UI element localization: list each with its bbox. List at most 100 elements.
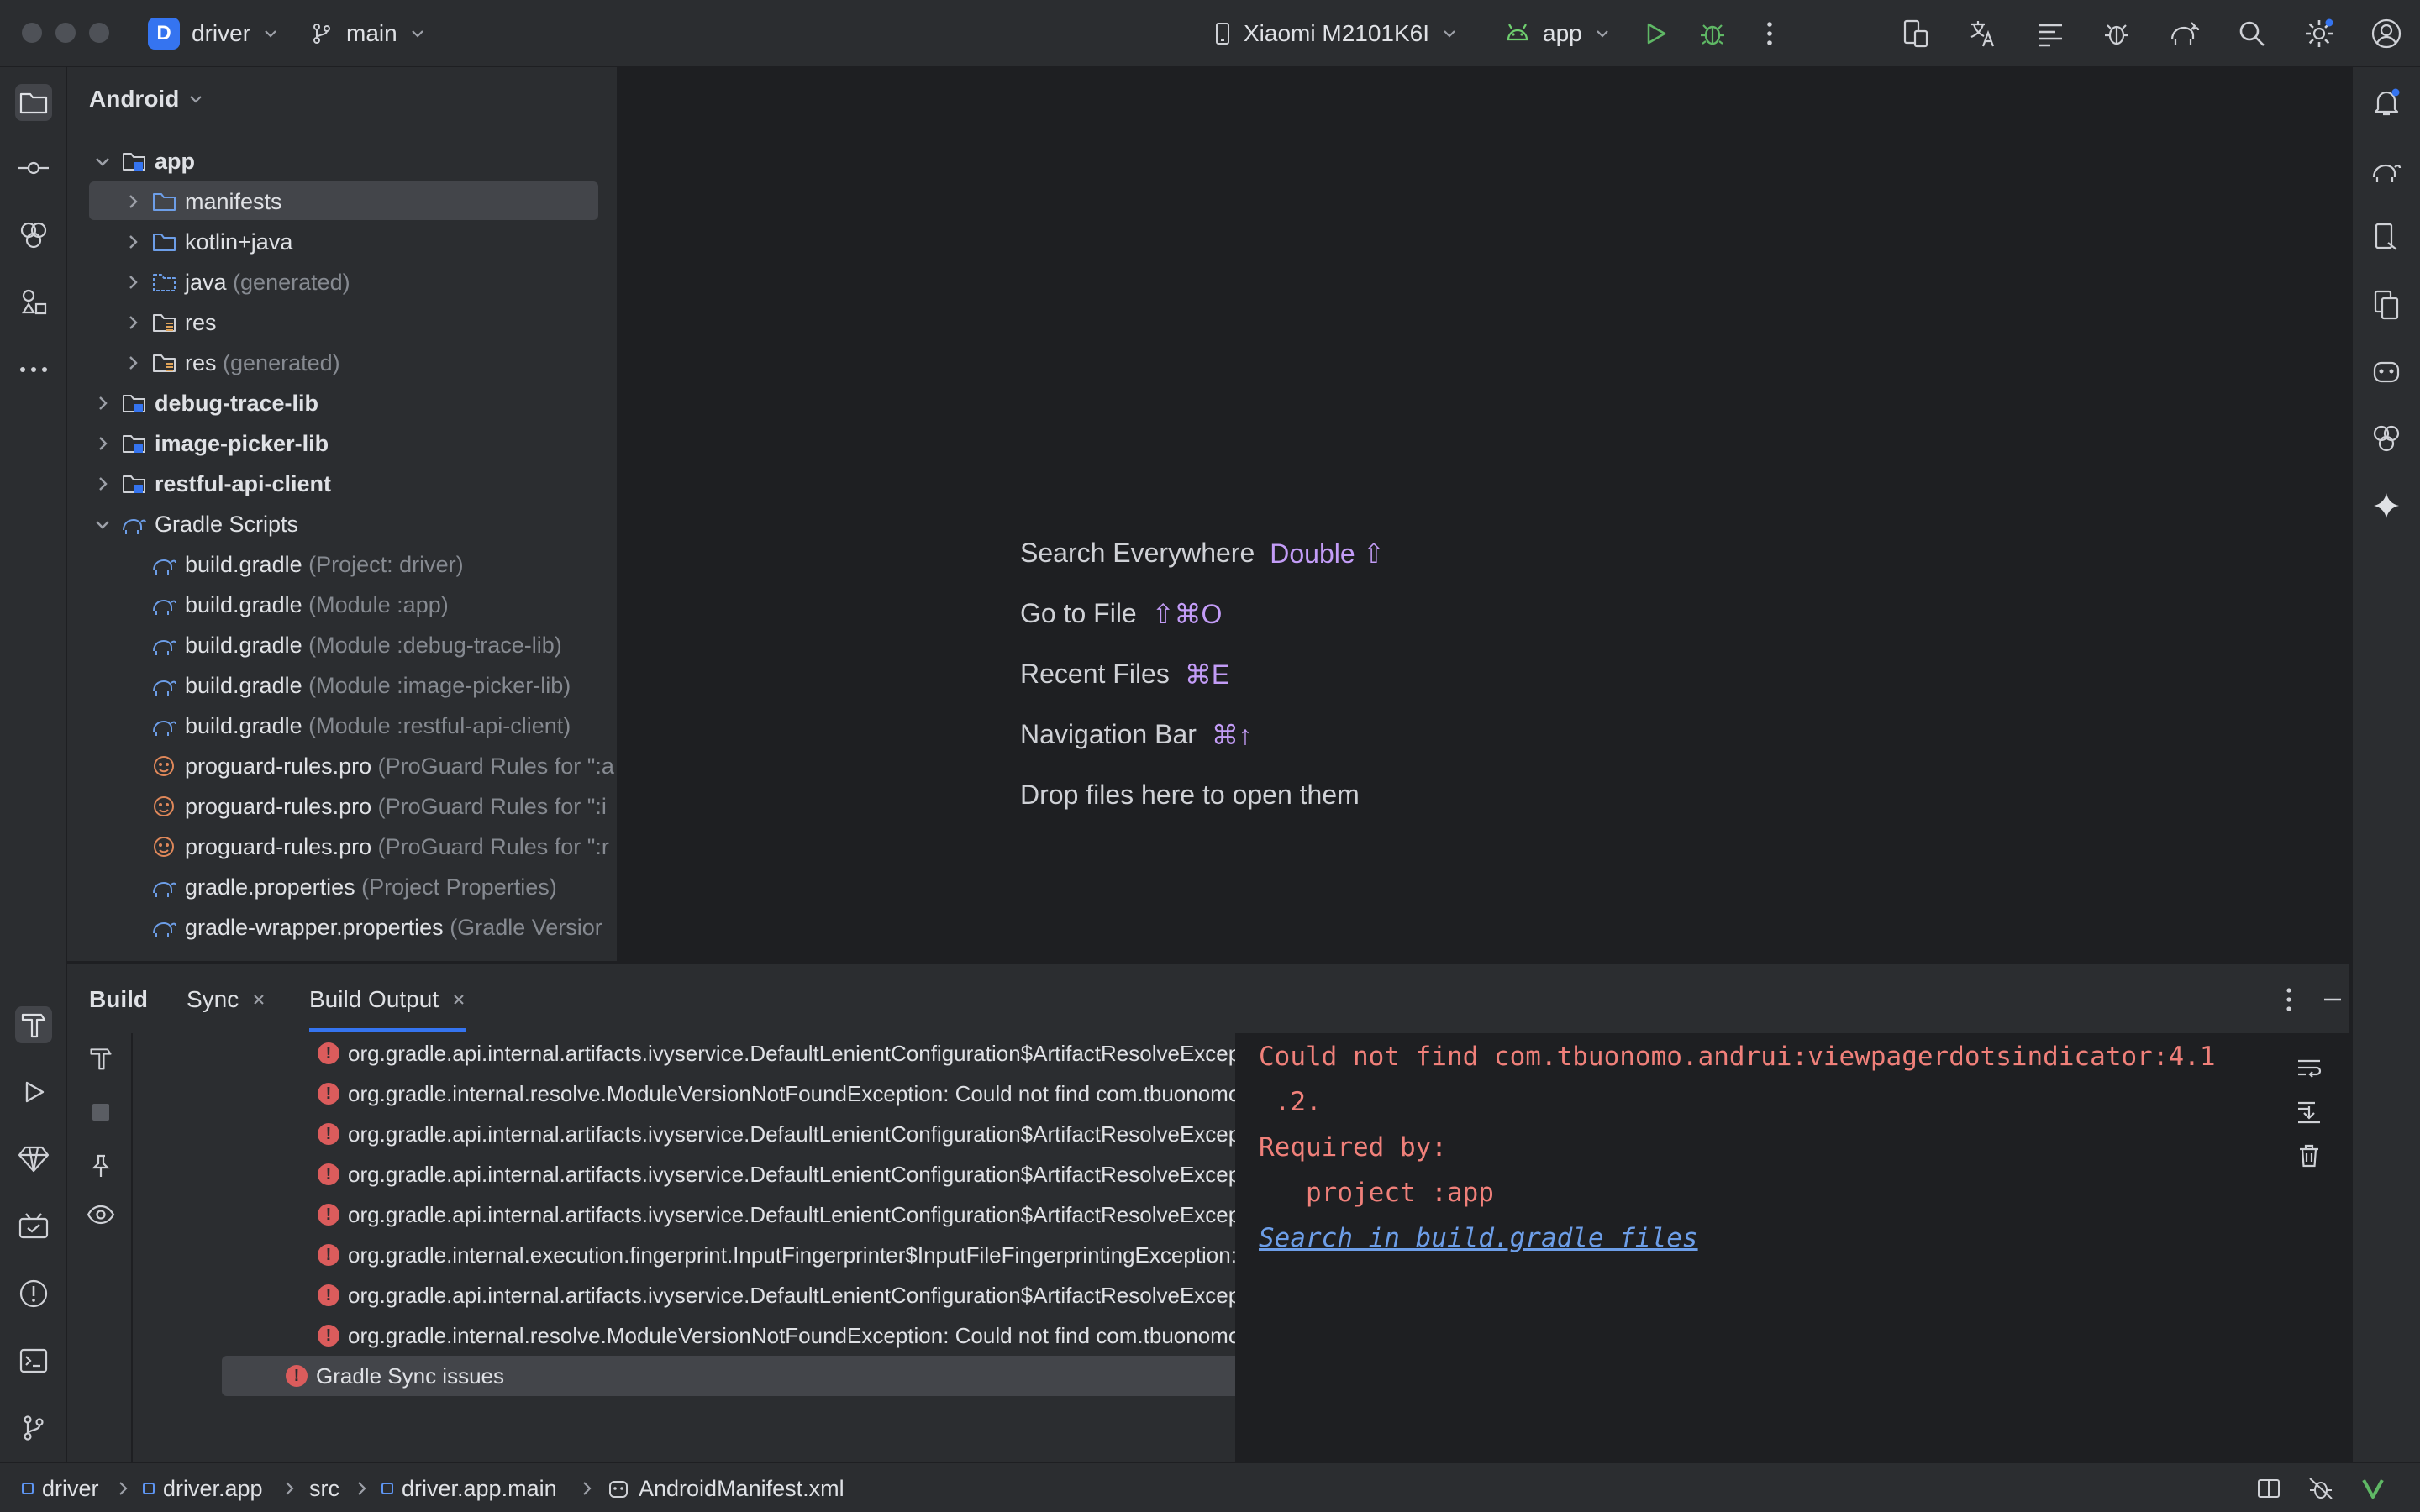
chevron-right-icon[interactable] (123, 312, 143, 333)
device-manager-button[interactable] (1899, 17, 1933, 50)
close-icon[interactable] (252, 993, 266, 1006)
tree-row[interactable]: build.gradle (Module :restful-api-client… (67, 706, 617, 746)
run-tool-button[interactable] (15, 1074, 52, 1110)
project-tool-button[interactable] (15, 84, 52, 121)
tab-sync[interactable]: Sync (187, 986, 266, 1013)
build-issue-row[interactable]: ! org.gradle.api.internal.artifacts.ivyse… (134, 1114, 1302, 1154)
app-inspection-tool-button[interactable] (15, 1208, 52, 1245)
tree-row[interactable]: manifests (67, 181, 617, 222)
app-inspection-button[interactable] (2101, 17, 2134, 50)
tree-row[interactable]: java (generated) (67, 262, 617, 302)
tree-row[interactable]: app (67, 141, 617, 181)
chevron-down-icon[interactable] (92, 514, 113, 534)
account-button[interactable] (2370, 17, 2403, 50)
chevron-right-icon[interactable] (92, 474, 113, 494)
gradle-tool-button[interactable] (2368, 151, 2405, 188)
breadcrumb-item[interactable]: src (309, 1463, 339, 1512)
tree-row[interactable]: restful-api-client (67, 464, 617, 504)
hide-build-window-button[interactable] (2316, 983, 2349, 1016)
notifications-button[interactable] (2368, 84, 2405, 121)
commit-tool-button[interactable] (15, 150, 52, 186)
settings-button[interactable] (2302, 17, 2336, 50)
version-control-button[interactable] (15, 1410, 52, 1446)
tree-row[interactable]: gradle-wrapper.properties (Gradle Versio… (67, 907, 617, 948)
chevron-down-icon[interactable] (92, 151, 113, 171)
resource-tool-button[interactable] (2368, 420, 2405, 457)
stop-build-button[interactable] (84, 1095, 118, 1129)
chevron-right-icon[interactable] (123, 232, 143, 252)
build-options-button[interactable] (2272, 983, 2306, 1016)
tree-row[interactable]: res (generated) (67, 343, 617, 383)
close-icon[interactable] (452, 993, 466, 1006)
search-build-gradle-link[interactable]: Search in build.gradle files (1259, 1223, 1698, 1253)
minimize-window-button[interactable] (55, 23, 76, 43)
build-issue-row[interactable]: ! org.gradle.api.internal.artifacts.ivyse… (134, 1154, 1302, 1194)
tree-row[interactable]: build.gradle (Module :app) (67, 585, 617, 625)
show-warnings-button[interactable] (84, 1198, 118, 1231)
tree-row[interactable]: res (67, 302, 617, 343)
build-issue-row[interactable]: ! org.gradle.api.internal.artifacts.ivyse… (134, 1033, 1302, 1074)
project-view-selector[interactable]: Android (89, 86, 204, 113)
build-issue-row[interactable]: ! org.gradle.api.internal.artifacts.ivyse… (134, 1275, 1302, 1315)
clear-console-button[interactable] (2291, 1137, 2328, 1174)
more-actions-button[interactable] (1753, 17, 1786, 50)
logcat-button[interactable] (2033, 17, 2067, 50)
tree-row[interactable]: build.gradle (Module :image-picker-lib) (67, 665, 617, 706)
tree-row[interactable]: build.gradle (Module :debug-trace-lib) (67, 625, 617, 665)
build-console[interactable]: Could not find com.tbuonomo.andrui:viewp… (1235, 1033, 2349, 1463)
breadcrumb-item[interactable]: driver.app (143, 1463, 263, 1512)
scroll-to-end-button[interactable] (2291, 1094, 2328, 1131)
build-tool-button[interactable] (15, 1006, 52, 1043)
debug-button[interactable] (1696, 17, 1729, 50)
running-devices-button[interactable] (2368, 286, 2405, 323)
translate-button[interactable] (1966, 17, 2000, 50)
chevron-right-icon[interactable] (92, 393, 113, 413)
problems-tool-button[interactable] (15, 1275, 52, 1312)
search-everywhere-button[interactable] (2235, 17, 2269, 50)
tree-row[interactable]: kotlin+java (67, 222, 617, 262)
gemini-button[interactable] (2368, 487, 2405, 524)
zoom-window-button[interactable] (89, 23, 109, 43)
build-issue-row[interactable]: ! org.gradle.internal.resolve.ModuleVersi… (134, 1315, 1302, 1356)
build-issue-row[interactable]: ! org.gradle.internal.execution.fingerpri… (134, 1235, 1302, 1275)
breadcrumb-item[interactable]: AndroidManifest.xml (607, 1463, 844, 1512)
chevron-right-icon[interactable] (123, 353, 143, 373)
tree-row[interactable]: debug-trace-lib (67, 383, 617, 423)
resource-manager-button[interactable] (15, 217, 52, 254)
more-tools-button[interactable] (15, 351, 52, 388)
terminal-tool-button[interactable] (15, 1342, 52, 1379)
chevron-right-icon[interactable] (92, 433, 113, 454)
tree-row[interactable]: proguard-rules.pro (ProGuard Rules for "… (67, 827, 617, 867)
soft-wrap-button[interactable] (2291, 1050, 2328, 1087)
run-button[interactable] (1639, 17, 1672, 50)
pin-tab-button[interactable] (84, 1149, 118, 1183)
build-issue-row[interactable]: ! org.gradle.internal.resolve.ModuleVersi… (134, 1074, 1302, 1114)
build-issue-row[interactable]: ! org.gradle.api.internal.artifacts.ivyse… (134, 1194, 1302, 1235)
breadcrumb-item[interactable]: driver (22, 1463, 99, 1512)
structure-tool-button[interactable] (15, 284, 52, 321)
run-config-selector[interactable]: app (1504, 0, 1611, 67)
device-manager-tool-button[interactable] (2368, 218, 2405, 255)
tab-build-output[interactable]: Build Output (309, 986, 466, 1032)
chevron-right-icon[interactable] (123, 272, 143, 292)
tree-row[interactable]: gradle.properties (Project Properties) (67, 867, 617, 907)
editor-empty-area[interactable]: Search Everywhere Double ⇧ Go to File ⇧⌘… (620, 67, 2351, 961)
app-quality-button[interactable] (15, 1141, 52, 1178)
device-selector[interactable]: Xiaomi M2101K6I (1213, 0, 1458, 67)
tree-row[interactable]: proguard-rules.pro (ProGuard Rules for "… (67, 786, 617, 827)
gradle-sync-issues-row[interactable]: ! Gradle Sync issues (134, 1356, 1302, 1396)
inspections-off-button[interactable] (2304, 1472, 2338, 1505)
branch-switcher[interactable]: main (309, 0, 426, 67)
rebuild-button[interactable] (84, 1042, 118, 1075)
project-switcher[interactable]: D driver (148, 0, 279, 67)
vim-status-button[interactable] (2356, 1472, 2390, 1505)
tree-row[interactable]: proguard-rules.pro (ProGuard Rules for "… (67, 746, 617, 786)
close-window-button[interactable] (22, 23, 42, 43)
layout-toggle-button[interactable] (2252, 1472, 2286, 1505)
tree-row[interactable]: Gradle Scripts (67, 504, 617, 544)
tree-row[interactable]: build.gradle (Project: driver) (67, 544, 617, 585)
gradle-sync-button[interactable] (2168, 17, 2202, 50)
emulator-button[interactable] (2368, 353, 2405, 390)
breadcrumb-item[interactable]: driver.app.main (381, 1463, 557, 1512)
tree-row[interactable]: image-picker-lib (67, 423, 617, 464)
